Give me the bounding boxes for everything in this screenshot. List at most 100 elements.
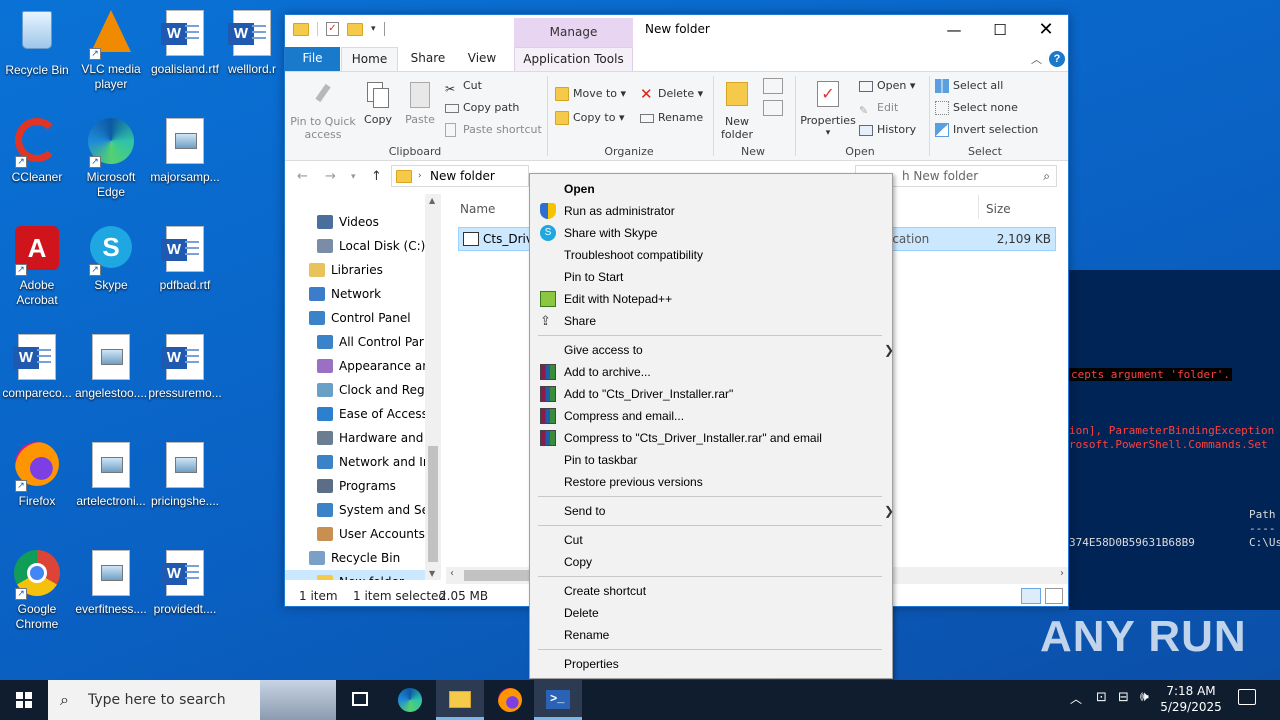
history-button[interactable]: History: [859, 120, 916, 140]
column-header-name[interactable]: Name: [460, 202, 495, 216]
delete-button[interactable]: ✕ Delete ▾: [640, 84, 703, 104]
desktop-icon-compareco[interactable]: W compareco...: [0, 330, 74, 430]
maximize-icon[interactable]: ☐: [977, 15, 1023, 47]
cut-button[interactable]: ✂ Cut: [445, 76, 482, 96]
rename-button[interactable]: Rename: [640, 108, 703, 128]
desktop-icon-everfitness[interactable]: everfitness....: [74, 546, 148, 646]
forward-icon[interactable]: →: [325, 169, 336, 184]
volume-icon[interactable]: 🕪: [1140, 689, 1149, 705]
menu-item-run-as-administrator[interactable]: Run as administrator: [540, 200, 675, 222]
desktop-icon-angelestoo[interactable]: angelestoo....: [74, 330, 148, 430]
taskbar-firefox[interactable]: [486, 680, 534, 720]
copy-path-button[interactable]: Copy path: [445, 98, 519, 118]
wifi-icon[interactable]: ⊟: [1118, 690, 1129, 705]
scroll-down-icon[interactable]: ▼: [429, 569, 435, 578]
scroll-right-icon[interactable]: ›: [1060, 568, 1064, 579]
nav-item[interactable]: Network and Ir: [317, 450, 428, 474]
powershell-window[interactable]: cepts argument 'folder'. ion], Parameter…: [1069, 270, 1280, 610]
scroll-left-icon[interactable]: ‹: [450, 568, 454, 579]
nav-item[interactable]: Local Disk (C:): [317, 234, 425, 258]
taskbar-edge[interactable]: [386, 680, 434, 720]
desktop-icon-firefox[interactable]: ↗ Firefox: [0, 438, 74, 538]
menu-item-troubleshoot-compatibility[interactable]: Troubleshoot compatibility: [564, 244, 703, 266]
scroll-up-icon[interactable]: ▲: [429, 196, 435, 205]
tab-application-tools[interactable]: Application Tools: [514, 47, 633, 71]
nav-item[interactable]: Control Panel: [309, 306, 411, 330]
tab-file[interactable]: File: [285, 47, 340, 71]
menu-item-open[interactable]: Open: [564, 178, 595, 200]
paste-shortcut-button[interactable]: Paste shortcut: [445, 120, 542, 140]
menu-item-add-to-rar[interactable]: Add to "Cts_Driver_Installer.rar": [540, 383, 733, 405]
menu-item-pin-to-start[interactable]: Pin to Start: [564, 266, 623, 288]
menu-item-share-with-skype[interactable]: S Share with Skype: [540, 222, 657, 244]
invert-selection-button[interactable]: Invert selection: [935, 120, 1038, 140]
nav-item[interactable]: Recycle Bin: [309, 546, 400, 570]
copy-button[interactable]: Copy: [359, 82, 397, 126]
new-folder-qa-icon[interactable]: [347, 22, 363, 36]
easy-access-icon[interactable]: [763, 100, 783, 116]
desktop-icon-ccleaner[interactable]: ↗ CCleaner: [0, 114, 74, 214]
menu-item-cut[interactable]: Cut: [564, 529, 583, 551]
show-hidden-icons-icon[interactable]: ︿: [1070, 690, 1082, 707]
open-button[interactable]: Open ▾: [859, 76, 915, 96]
new-item-icon[interactable]: [763, 78, 783, 94]
pin-quick-access-button[interactable]: Pin to Quick access: [289, 82, 357, 141]
desktop-icon-pressuremo[interactable]: W pressuremo...: [148, 330, 222, 430]
details-view-icon[interactable]: [1021, 588, 1041, 604]
customize-qa-icon[interactable]: ▾: [371, 24, 376, 34]
tab-home[interactable]: Home: [341, 47, 398, 71]
taskbar-file-explorer[interactable]: [436, 680, 484, 720]
help-icon[interactable]: ?: [1049, 51, 1065, 67]
minimize-icon[interactable]: —: [931, 15, 977, 47]
properties-button[interactable]: ✓ Properties ▾: [799, 80, 857, 140]
desktop-icon-pricingshe[interactable]: pricingshe....: [148, 438, 222, 538]
scrollbar-thumb[interactable]: [428, 446, 438, 562]
select-none-button[interactable]: Select none: [935, 98, 1018, 118]
menu-item-copy[interactable]: Copy: [564, 551, 592, 573]
address-bar[interactable]: › New folder: [391, 165, 529, 187]
desktop-icon-microsoft-edge[interactable]: ↗ Microsoft Edge: [74, 114, 148, 214]
nav-item[interactable]: Hardware and: [317, 426, 423, 450]
nav-item[interactable]: Clock and Regi: [317, 378, 428, 402]
desktop-icon-recycle-bin[interactable]: Recycle Bin: [0, 6, 74, 106]
new-folder-button[interactable]: New folder: [717, 80, 757, 141]
menu-item-edit-with-notepad[interactable]: Edit with Notepad++: [540, 288, 672, 310]
desktop-icon-adobe-acrobat[interactable]: A ↗ Adobe Acrobat: [0, 222, 74, 322]
nav-item[interactable]: System and Se: [317, 498, 429, 522]
desktop-icon-artelectroni[interactable]: artelectroni...: [74, 438, 148, 538]
menu-item-rename[interactable]: Rename: [564, 624, 609, 646]
clock[interactable]: 7:18 AM 5/29/2025: [1160, 683, 1222, 715]
taskbar-search-box[interactable]: ⌕ Type here to search: [48, 680, 336, 720]
nav-item[interactable]: Libraries: [309, 258, 383, 282]
desktop-icon-providedt[interactable]: W providedt....: [148, 546, 222, 646]
close-icon[interactable]: ✕: [1023, 15, 1069, 47]
nav-item[interactable]: Network: [309, 282, 381, 306]
copy-to-button[interactable]: Copy to ▾: [555, 108, 624, 128]
menu-item-share[interactable]: ⇪ Share: [540, 310, 596, 332]
desktop-icon-google-chrome[interactable]: ↗ Google Chrome: [0, 546, 74, 646]
task-view-button[interactable]: [336, 680, 384, 720]
menu-item-compress-to-rar-and-email[interactable]: Compress to "Cts_Driver_Installer.rar" a…: [540, 427, 822, 449]
tab-view[interactable]: View: [459, 47, 505, 71]
navigation-pane[interactable]: Videos Local Disk (C:) Libraries Network Con…: [285, 194, 440, 580]
recent-locations-icon[interactable]: ▾: [351, 172, 356, 182]
nav-item[interactable]: Ease of Access: [317, 402, 428, 426]
paste-button[interactable]: Paste: [401, 82, 439, 126]
desktop-icon-welllord[interactable]: W welllord.r: [222, 6, 282, 106]
desktop-icon-majorsamp[interactable]: majorsamp...: [148, 114, 222, 214]
start-button[interactable]: [0, 680, 48, 720]
nav-item[interactable]: All Control Par: [317, 330, 424, 354]
collapse-ribbon-icon[interactable]: ︿: [1031, 51, 1042, 67]
nav-item[interactable]: Videos: [317, 210, 379, 234]
edit-button[interactable]: ✎ Edit: [859, 98, 898, 118]
select-all-button[interactable]: Select all: [935, 76, 1003, 96]
nav-item[interactable]: User Accounts: [317, 522, 425, 546]
menu-item-send-to[interactable]: Send to ❯: [564, 500, 894, 522]
nav-scrollbar[interactable]: ▲ ▼: [425, 194, 441, 580]
menu-item-restore-previous-versions[interactable]: Restore previous versions: [564, 471, 703, 493]
menu-item-compress-and-email[interactable]: Compress and email...: [540, 405, 684, 427]
desktop-icon-skype[interactable]: S ↗ Skype: [74, 222, 148, 322]
nav-item[interactable]: Appearance an: [317, 354, 430, 378]
menu-item-delete[interactable]: Delete: [564, 602, 599, 624]
large-icons-view-icon[interactable]: [1045, 588, 1063, 604]
